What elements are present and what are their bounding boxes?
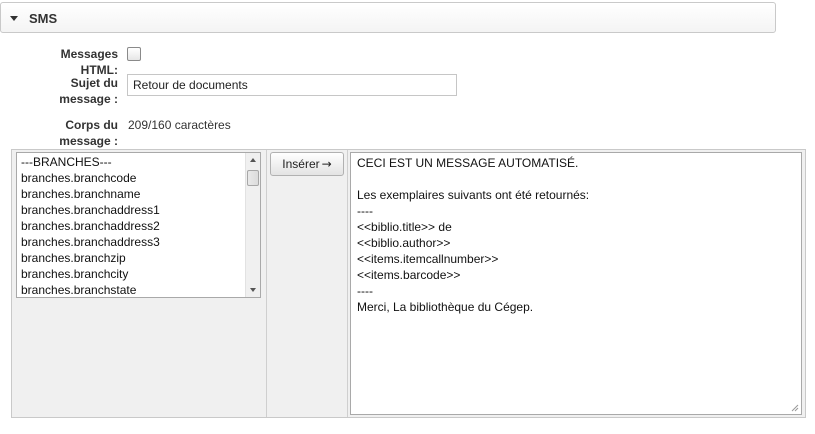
field-option[interactable]: branches.branchstate (21, 282, 260, 297)
column-divider (266, 150, 267, 417)
insert-button[interactable]: Insérer → (270, 152, 344, 176)
message-line: <<biblio.title>> de (357, 220, 452, 234)
message-line: <<items.barcode>> (357, 268, 461, 282)
message-line: ---- (357, 204, 373, 218)
insert-button-label: Insérer (282, 157, 320, 171)
message-line: Les exemplaires suivants ont été retourn… (357, 188, 590, 202)
subject-label-line1: Sujet du (70, 76, 118, 90)
message-line: CECI EST UN MESSAGE AUTOMATISÉ. (357, 156, 579, 170)
body-label-line1: Corps du (65, 118, 118, 132)
field-option[interactable]: branches.branchaddress1 (21, 202, 260, 218)
body-label-line2: message : (59, 134, 118, 148)
message-editor-panel: ---BRANCHES--- branches.branchcode branche… (11, 149, 806, 418)
field-option[interactable]: branches.branchaddress3 (21, 234, 260, 250)
body-label: Corps du message : (20, 117, 118, 149)
right-arrow-icon: → (321, 157, 332, 171)
message-line: <<biblio.author>> (357, 236, 451, 250)
scroll-down-arrow-icon[interactable] (250, 288, 256, 292)
message-line: <<items.itemcallnumber>> (357, 252, 499, 266)
field-option[interactable]: branches.branchcity (21, 266, 260, 282)
column-divider (347, 150, 348, 417)
sms-section-header[interactable]: SMS (0, 2, 776, 33)
section-title: SMS (29, 11, 58, 26)
collapse-triangle-icon[interactable] (10, 16, 18, 21)
fields-list: ---BRANCHES--- branches.branchcode branche… (17, 153, 260, 297)
message-line (357, 171, 795, 187)
fields-listbox[interactable]: ---BRANCHES--- branches.branchcode branche… (16, 152, 261, 298)
listbox-scrollbar[interactable] (245, 153, 260, 297)
scroll-thumb[interactable] (247, 170, 259, 186)
field-option[interactable]: branches.branchcode (21, 170, 260, 186)
field-option[interactable]: branches.branchname (21, 186, 260, 202)
field-option[interactable]: branches.branchaddress2 (21, 218, 260, 234)
scroll-up-arrow-icon[interactable] (250, 158, 256, 162)
subject-input[interactable] (127, 74, 457, 96)
character-count: 209/160 caractères (128, 118, 231, 132)
html-messages-checkbox[interactable] (127, 47, 141, 61)
message-line: Merci, La bibliothèque du Cégep. (357, 300, 534, 314)
subject-label: Sujet du message : (20, 75, 118, 107)
message-body-textarea[interactable]: CECI EST UN MESSAGE AUTOMATISÉ. Les exemp… (350, 152, 802, 415)
subject-label-line2: message : (59, 92, 118, 106)
message-line: ---- (357, 284, 373, 298)
field-option[interactable]: branches.branchzip (21, 250, 260, 266)
field-option[interactable]: ---BRANCHES--- (21, 154, 260, 170)
html-messages-label: Messages HTML: (60, 47, 118, 77)
resize-grip-icon[interactable] (791, 404, 799, 412)
